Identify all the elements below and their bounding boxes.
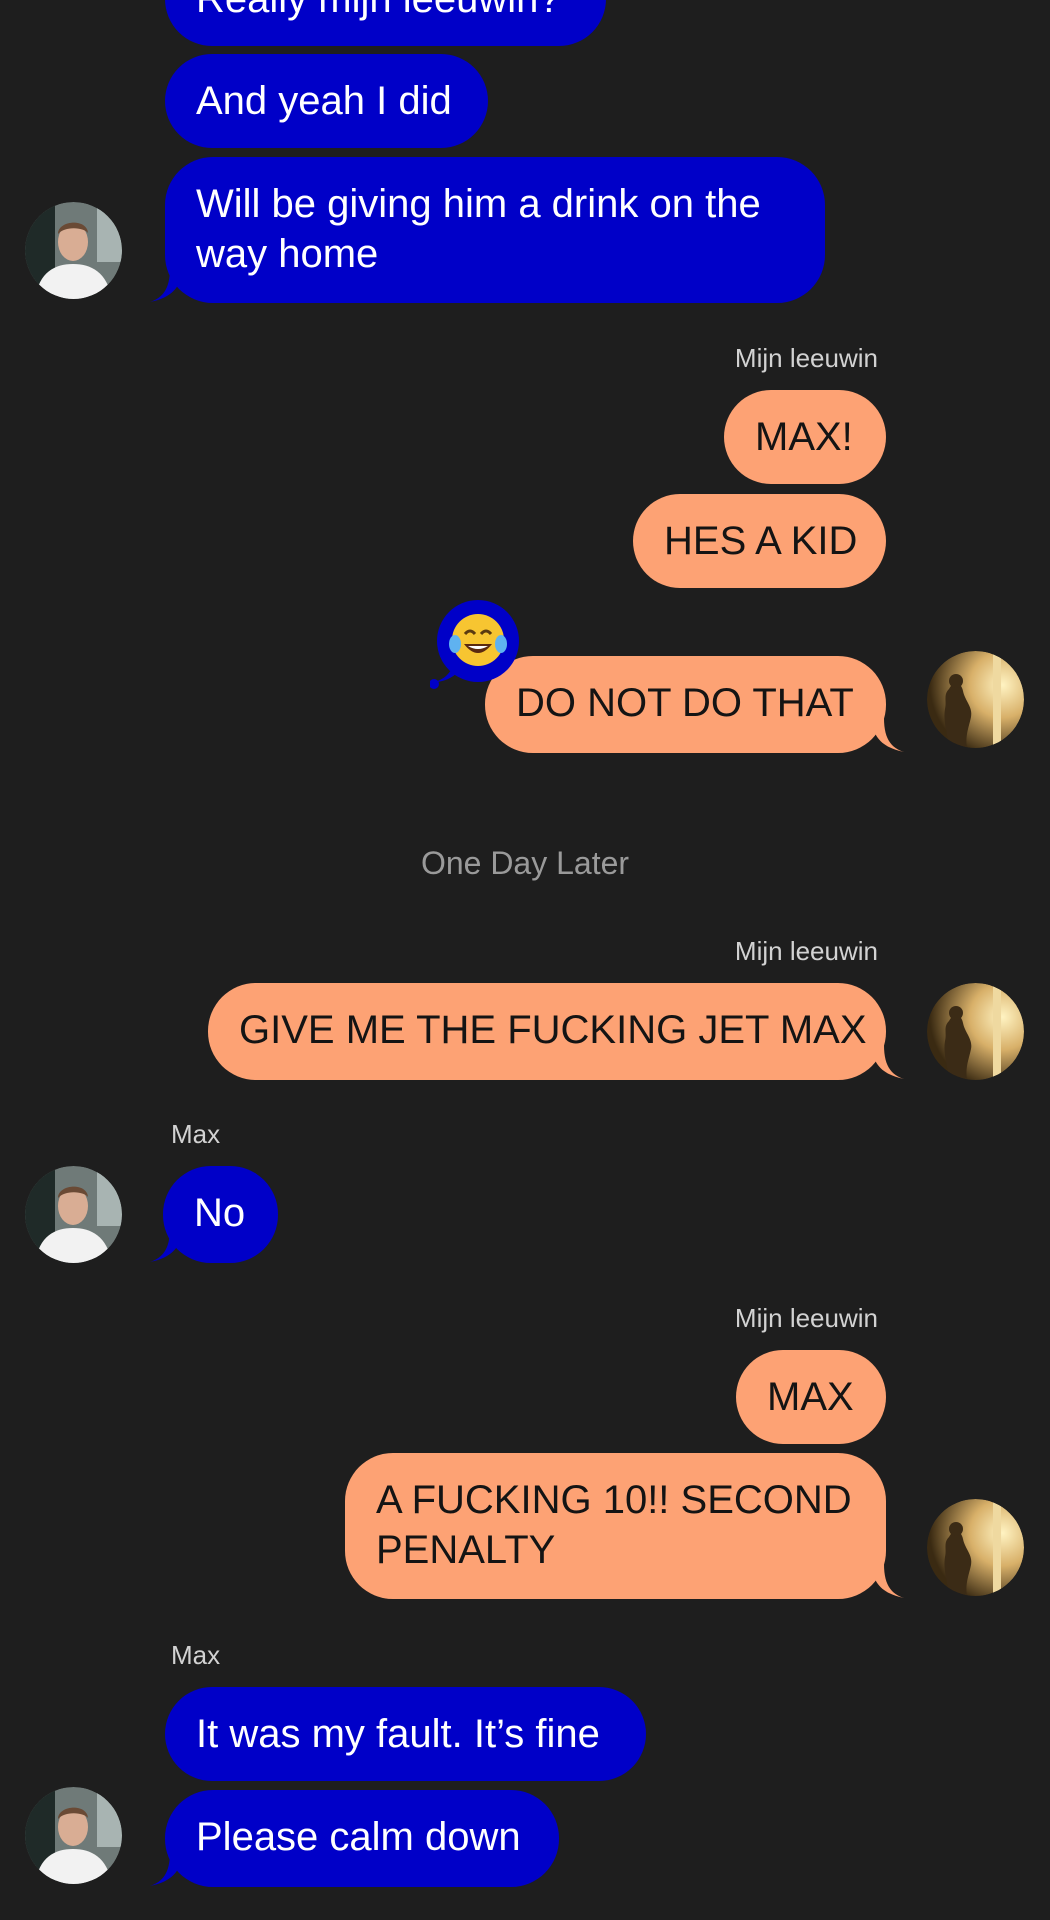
time-divider: One Day Later [420, 845, 630, 881]
message-bubble-leeuwin[interactable]: A FUCKING 10!! SECOND PENALTY [345, 1453, 886, 1599]
message-text: MAX [767, 1375, 854, 1419]
message-text: MAX! [755, 415, 853, 459]
leeuwin-avatar[interactable] [927, 651, 1024, 748]
message-text: No [194, 1191, 246, 1235]
max-avatar[interactable] [25, 202, 122, 299]
sender-name: Mijn leeuwin [734, 936, 878, 966]
message-bubble-leeuwin[interactable]: GIVE ME THE FUCKING JET MAX [208, 983, 886, 1080]
leeuwin-avatar[interactable] [927, 1499, 1024, 1596]
message-text: And yeah I did [196, 79, 452, 123]
leeuwin-avatar[interactable] [927, 983, 1024, 1080]
sender-name: Mijn leeuwin [734, 343, 878, 373]
bubble-tail [150, 268, 182, 302]
person-avatar-icon [25, 1787, 122, 1884]
message-text: A FUCKING 10!! SECOND PENALTY [376, 1478, 852, 1572]
message-bubble-max[interactable]: And yeah I did [165, 54, 488, 148]
face-with-tears-of-joy-icon [430, 600, 519, 689]
message-text: Please calm down [196, 1815, 521, 1859]
bubble-tail [872, 718, 904, 752]
message-bubble-leeuwin[interactable]: DO NOT DO THAT [485, 656, 886, 753]
message-bubble-leeuwin[interactable]: MAX! [724, 390, 886, 484]
person-avatar-icon [25, 202, 122, 299]
message-bubble-max[interactable]: Really mijn leeuwin? [165, 0, 606, 46]
sender-name: Mijn leeuwin [734, 1303, 878, 1333]
person-avatar-icon [25, 1166, 122, 1263]
bubble-tail [872, 1045, 904, 1079]
sender-name: Max [171, 1640, 221, 1670]
silhouette-avatar-icon [927, 983, 1024, 1080]
bubble-tail [150, 1852, 182, 1886]
reaction-badge[interactable] [430, 598, 530, 698]
message-text: Really mijn leeuwin? [196, 0, 561, 21]
sender-name: Max [171, 1119, 221, 1149]
silhouette-avatar-icon [927, 651, 1024, 748]
message-text: Will be giving him a drink on the way ho… [196, 182, 761, 276]
message-text: It was my fault. It’s fine [196, 1712, 600, 1756]
message-text: GIVE ME THE FUCKING JET MAX [239, 1008, 867, 1052]
message-bubble-max[interactable]: Please calm down [165, 1790, 559, 1887]
message-bubble-leeuwin[interactable]: HES A KID [633, 494, 886, 588]
bubble-tail [872, 1564, 904, 1598]
message-bubble-max[interactable]: Will be giving him a drink on the way ho… [165, 157, 825, 303]
bubble-tail [150, 1228, 182, 1262]
max-avatar[interactable] [25, 1166, 122, 1263]
message-bubble-leeuwin[interactable]: MAX [736, 1350, 886, 1444]
message-text: DO NOT DO THAT [516, 681, 854, 725]
silhouette-avatar-icon [927, 1499, 1024, 1596]
max-avatar[interactable] [25, 1787, 122, 1884]
message-bubble-max[interactable]: It was my fault. It’s fine [165, 1687, 646, 1781]
message-text: HES A KID [664, 519, 858, 563]
